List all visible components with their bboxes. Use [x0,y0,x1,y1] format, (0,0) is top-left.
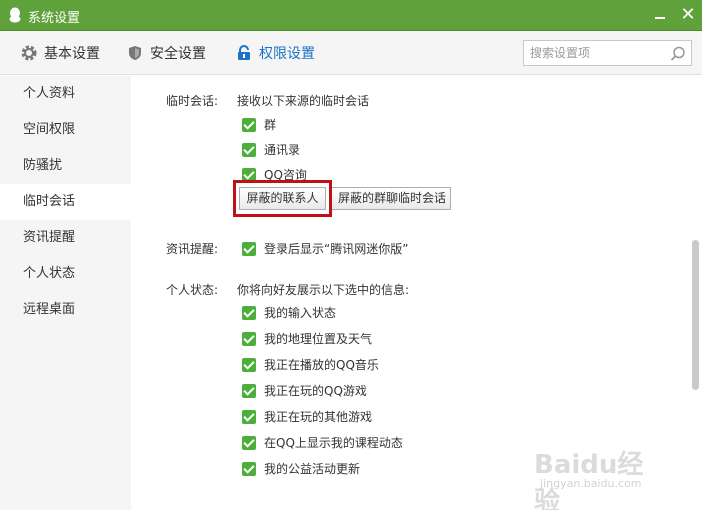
temp-chat-group-checkbox[interactable]: 群 [242,116,276,133]
minimize-button[interactable] [650,6,670,26]
status-qq-music-checkbox[interactable]: 我正在播放的QQ音乐 [242,356,379,373]
status-other-game-checkbox[interactable]: 我正在玩的其他游戏 [242,408,372,425]
checkbox-checked-icon [242,142,256,157]
lock-icon [238,45,250,60]
qq-penguin-icon [9,7,21,23]
temp-chat-contacts-checkbox[interactable]: 通讯录 [242,141,300,158]
checkbox-label: 我正在玩的其他游戏 [264,410,373,424]
checkbox-label: 我的输入状态 [264,306,337,320]
settings-sidebar: 个人资料 空间权限 防骚扰 临时会话 资讯提醒 个人状态 远程桌面 [0,76,131,510]
title-bar: 系统设置 ✕ [0,0,702,31]
checkbox-label: QQ咨询 [264,168,307,182]
checkbox-label: 登录后显示“腾讯网迷你版” [264,242,409,256]
news-section-label: 资讯提醒: [166,242,219,256]
temp-chat-qq-consult-checkbox[interactable]: QQ咨询 [242,166,307,183]
checkbox-label: 我正在播放的QQ音乐 [264,358,379,372]
vertical-scrollbar-thumb[interactable] [692,240,699,390]
checkbox-label: 群 [264,118,277,132]
close-button[interactable]: ✕ [678,4,698,26]
tab-label: 基本设置 [44,46,100,62]
checkbox-checked-icon [242,241,256,256]
checkbox-checked-icon [242,435,256,450]
status-charity-update-checkbox[interactable]: 我的公益活动更新 [242,460,360,477]
checkbox-checked-icon [242,167,256,182]
checkbox-checked-icon [242,409,256,424]
sidebar-item-space-permission[interactable]: 空间权限 [0,112,131,148]
blocked-contacts-button[interactable]: 屏蔽的联系人 [239,187,326,210]
sidebar-item-personal-status[interactable]: 个人状态 [0,256,131,292]
temp-chat-section-label: 临时会话: [166,94,219,108]
gear-icon [21,45,37,61]
status-course-activity-checkbox[interactable]: 在QQ上显示我的课程动态 [242,434,403,451]
checkbox-label: 我的公益活动更新 [264,462,361,476]
news-mini-portal-checkbox[interactable]: 登录后显示“腾讯网迷你版” [242,240,408,257]
tab-permission-settings[interactable]: 权限设置 [235,31,315,75]
search-icon[interactable] [669,45,687,63]
checkbox-checked-icon [242,305,256,320]
status-description: 你将向好友展示以下选中的信息: [237,283,410,297]
sidebar-item-temp-chat[interactable]: 临时会话 [0,184,131,220]
checkbox-checked-icon [242,117,256,132]
checkbox-checked-icon [242,461,256,476]
status-qq-game-checkbox[interactable]: 我正在玩的QQ游戏 [242,382,367,399]
temp-chat-description: 接收以下来源的临时会话 [237,94,370,108]
sidebar-item-anti-harassment[interactable]: 防骚扰 [0,148,131,184]
status-typing-checkbox[interactable]: 我的输入状态 [242,304,336,321]
checkbox-checked-icon [242,357,256,372]
settings-search-box [523,40,692,66]
blocked-group-temp-chat-button[interactable]: 屏蔽的群聊临时会话 [331,187,451,210]
shield-icon [129,46,141,60]
window-title: 系统设置 [28,11,81,26]
sidebar-item-news-reminder[interactable]: 资讯提醒 [0,220,131,256]
status-location-weather-checkbox[interactable]: 我的地理位置及天气 [242,330,372,347]
checkbox-label: 我的地理位置及天气 [264,332,373,346]
tab-security-settings[interactable]: 安全设置 [126,31,206,75]
sidebar-item-remote-desktop[interactable]: 远程桌面 [0,292,131,328]
sidebar-item-profile[interactable]: 个人资料 [0,76,131,112]
tab-basic-settings[interactable]: 基本设置 [20,31,100,75]
checkbox-label: 在QQ上显示我的课程动态 [264,436,403,450]
checkbox-label: 通讯录 [264,143,301,157]
checkbox-checked-icon [242,331,256,346]
search-input[interactable] [530,44,670,62]
status-section-label: 个人状态: [166,283,219,297]
tab-label: 权限设置 [259,46,315,62]
checkbox-checked-icon [242,383,256,398]
tab-label: 安全设置 [150,46,206,62]
checkbox-label: 我正在玩的QQ游戏 [264,384,367,398]
